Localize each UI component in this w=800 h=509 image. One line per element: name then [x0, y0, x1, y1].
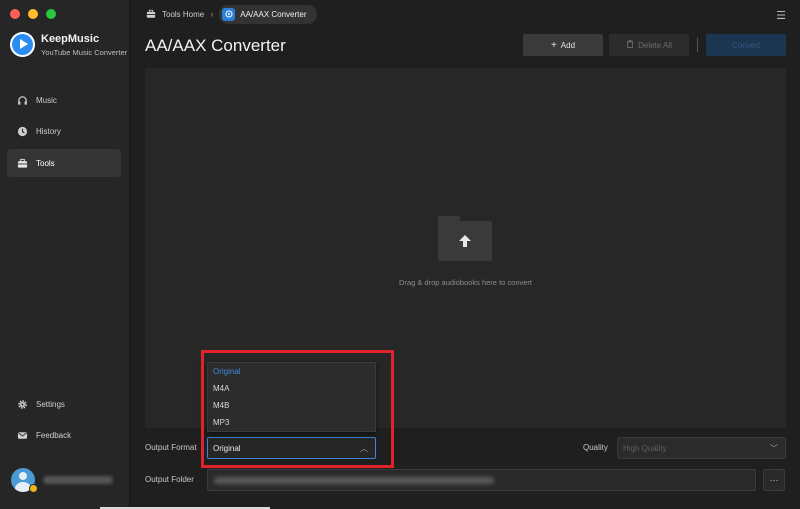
sidebar-item-settings[interactable]: Settings: [7, 390, 121, 418]
sidebar-bottom-nav: Settings Feedback: [7, 390, 121, 452]
hamburger-menu-icon[interactable]: ☰: [776, 9, 786, 22]
maximize-window-button[interactable]: [46, 9, 56, 19]
converter-badge-icon: [222, 7, 236, 21]
chevron-down-icon: ﹀: [770, 444, 778, 453]
sidebar-item-feedback[interactable]: Feedback: [7, 421, 121, 449]
output-folder-path-redacted: [214, 477, 494, 484]
breadcrumb-tools-home[interactable]: Tools Home: [145, 8, 204, 20]
delete-all-button[interactable]: Delete All: [609, 34, 689, 56]
breadcrumb-home-label: Tools Home: [162, 9, 205, 19]
sidebar-item-label: Music: [36, 95, 57, 105]
brand: KeepMusic YouTube Music Converter: [10, 32, 127, 57]
output-folder-field[interactable]: [207, 469, 756, 491]
quality-label: Quality: [583, 443, 608, 452]
app-name: KeepMusic: [41, 32, 100, 45]
user-name-redacted: [43, 476, 113, 484]
minimize-window-button[interactable]: [28, 9, 38, 19]
sidebar-item-label: Settings: [36, 399, 65, 409]
output-folder-label: Output Folder: [145, 475, 194, 484]
app-subtitle: YouTube Music Converter: [41, 47, 128, 57]
quality-select[interactable]: High Quality ﹀: [617, 437, 786, 459]
sidebar-item-tools[interactable]: Tools: [7, 149, 121, 177]
close-window-button[interactable]: [10, 9, 20, 19]
user-account[interactable]: [11, 468, 113, 492]
upload-folder-icon: [438, 216, 492, 261]
add-button[interactable]: + Add: [523, 34, 603, 56]
output-format-label: Output Format: [145, 443, 197, 452]
headphones-icon: [16, 94, 28, 106]
sidebar-item-label: Feedback: [36, 430, 72, 440]
main-panel: Tools Home › AA/AAX Converter ☰ AA/AAX C…: [131, 0, 800, 509]
breadcrumb: Tools Home › AA/AAX Converter: [145, 4, 317, 24]
drop-instruction: Drag & drop audiobooks here to convert: [399, 278, 532, 287]
toolbox-icon: [16, 157, 28, 169]
toolbox-icon: [145, 8, 157, 20]
sidebar: KeepMusic YouTube Music Converter Music …: [0, 0, 130, 509]
chevron-right-icon: ›: [210, 9, 214, 19]
toolbar-divider: [697, 38, 698, 52]
clock-icon: [16, 126, 28, 138]
browse-folder-button[interactable]: ···: [763, 469, 785, 491]
sidebar-nav: Music History Tools: [7, 86, 121, 181]
sidebar-item-label: History: [36, 127, 61, 136]
plus-icon: +: [550, 39, 557, 51]
mail-icon: [16, 429, 28, 441]
sidebar-item-music[interactable]: Music: [7, 86, 121, 114]
breadcrumb-current: AA/AAX Converter: [219, 4, 317, 24]
trash-icon: [626, 40, 634, 50]
app-logo-icon: [10, 32, 35, 57]
toolbar: + Add Delete All Convert: [523, 34, 786, 56]
highlight-box: [201, 350, 394, 468]
convert-button[interactable]: Convert: [706, 34, 786, 56]
premium-badge-icon: [29, 484, 38, 493]
sidebar-item-label: Tools: [36, 158, 55, 168]
gear-icon: [16, 398, 28, 410]
window-controls: [10, 9, 56, 19]
page-title: AA/AAX Converter: [145, 36, 286, 55]
breadcrumb-current-label: AA/AAX Converter: [240, 9, 307, 19]
sidebar-item-history[interactable]: History: [7, 118, 121, 146]
